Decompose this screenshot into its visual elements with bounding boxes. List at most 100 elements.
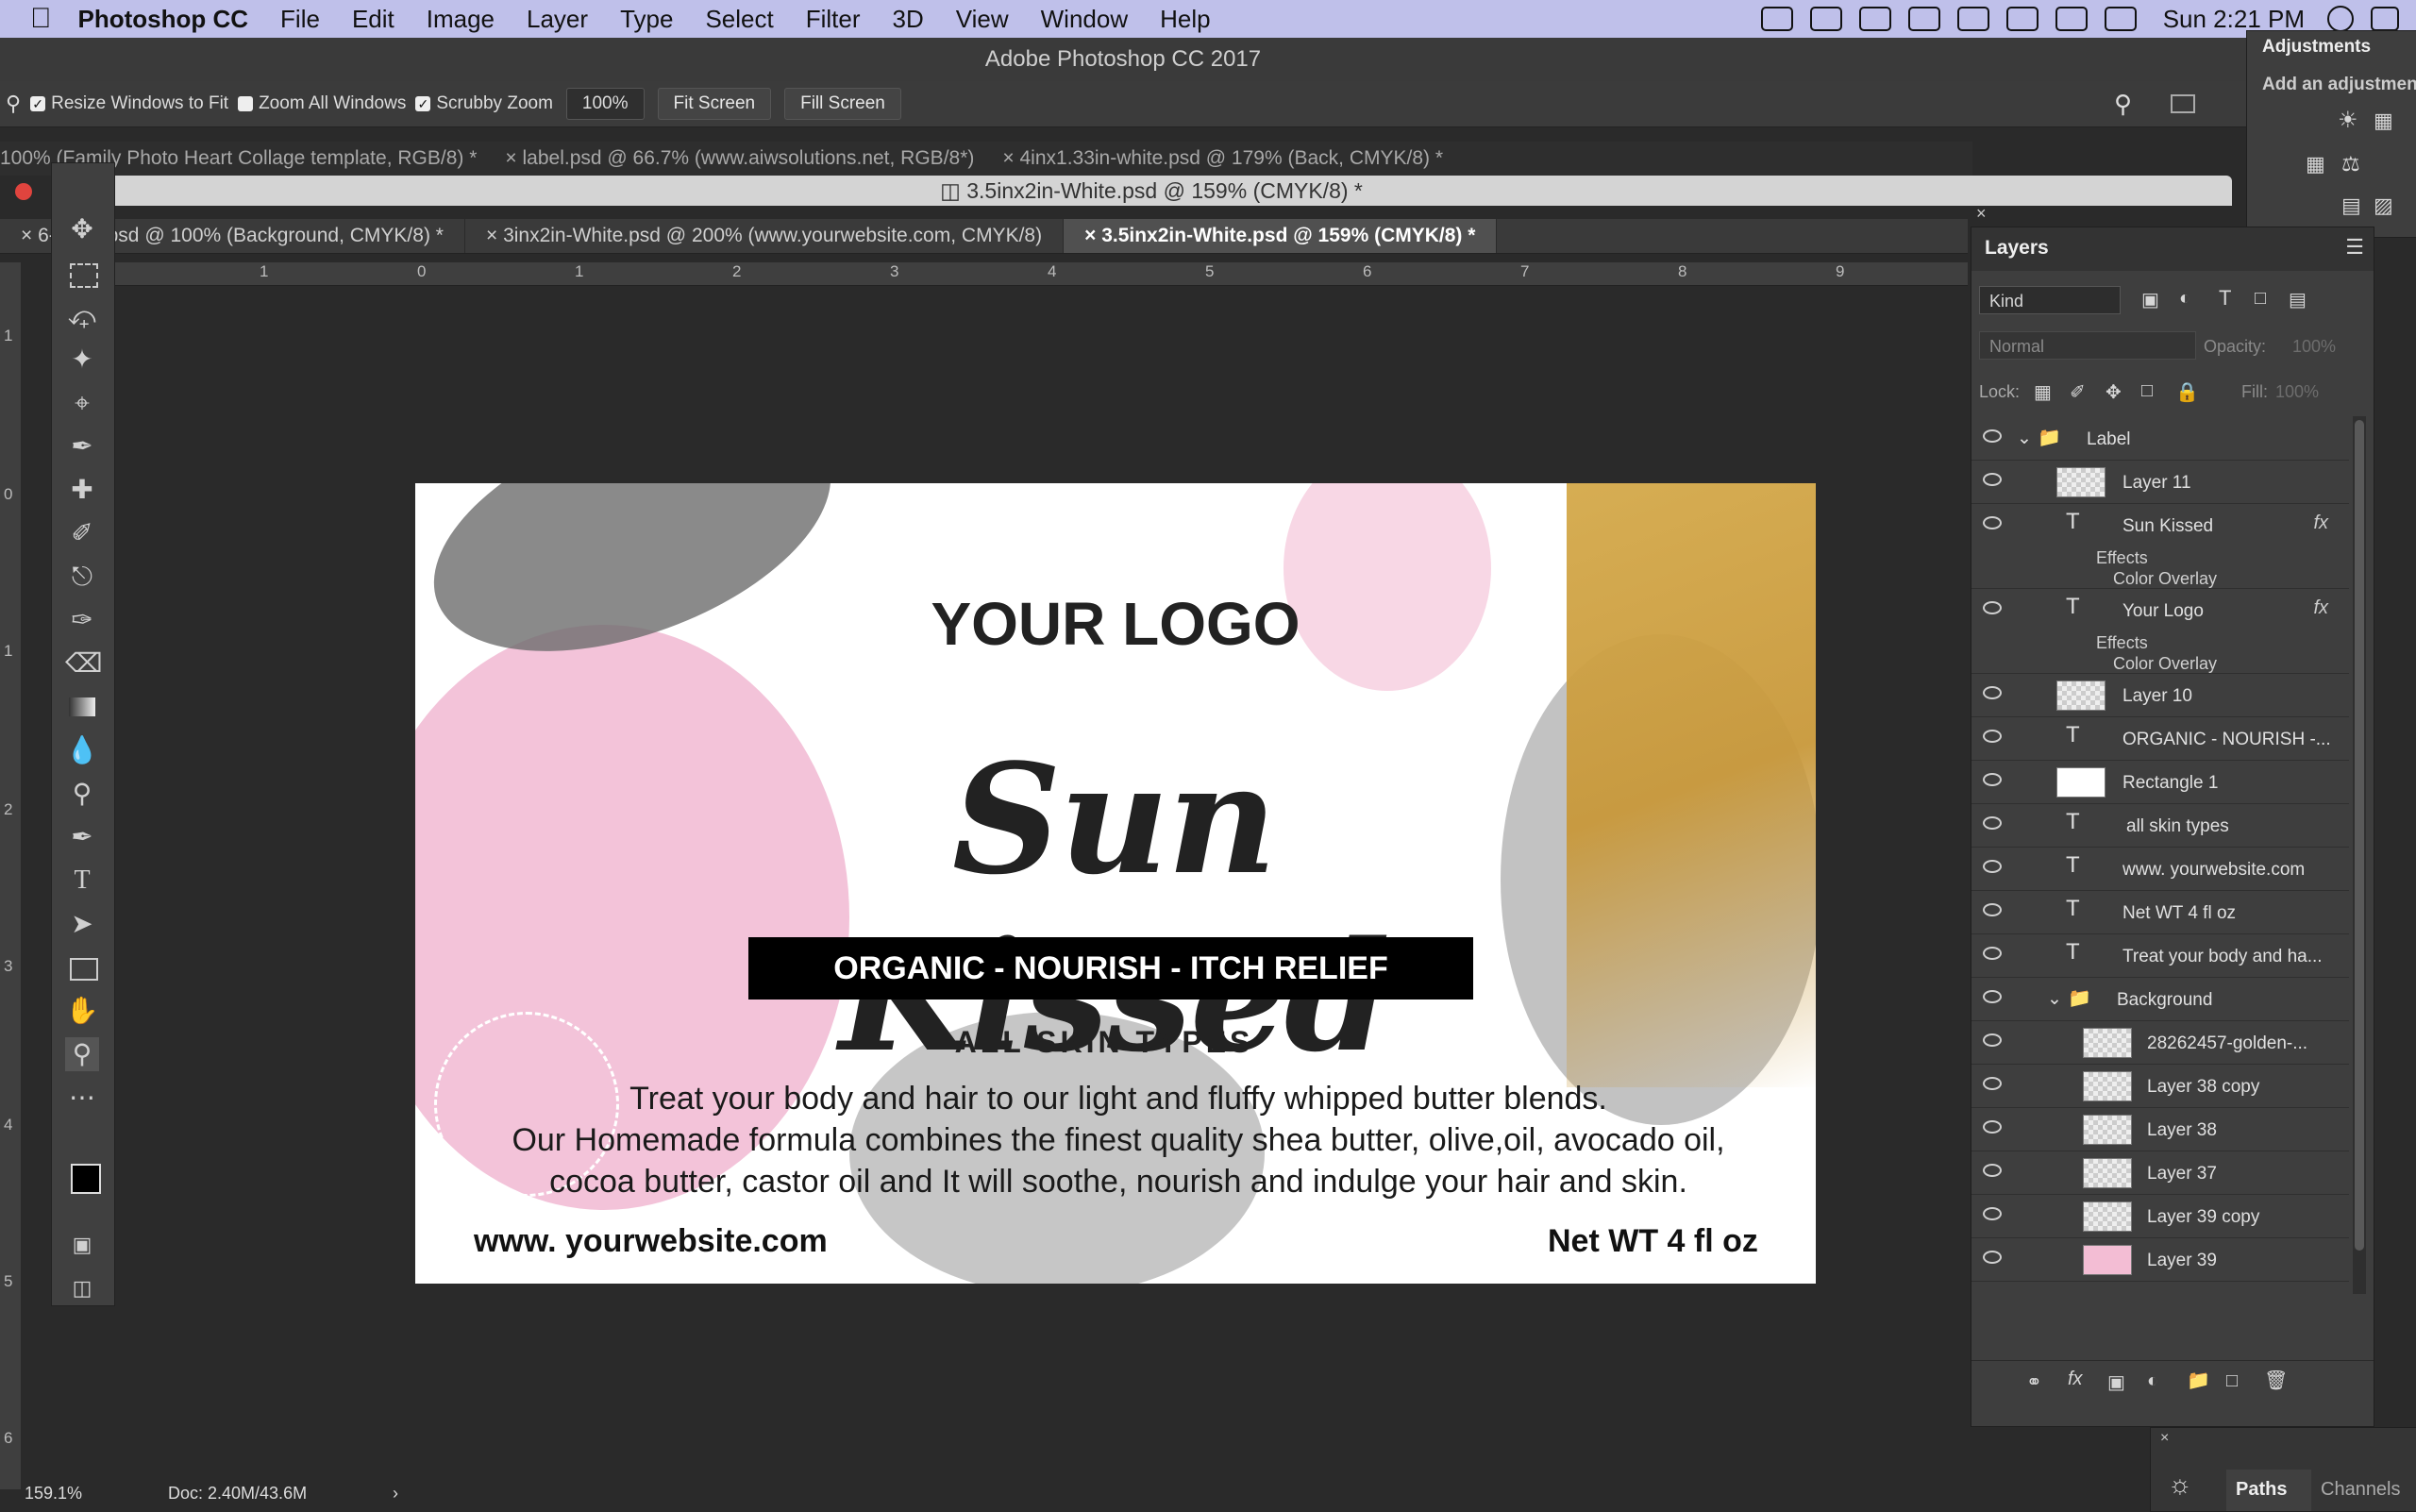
filter-shape-icon[interactable]: □ — [2255, 288, 2266, 310]
layer-row[interactable]: Layer 37 — [1971, 1151, 2349, 1195]
dropbox-icon[interactable] — [1760, 7, 1793, 31]
layer-row[interactable]: 28262457-golden-... — [1971, 1020, 2349, 1065]
marquee-tool-icon[interactable] — [70, 263, 98, 288]
visibility-eye-icon[interactable] — [1983, 1207, 2002, 1220]
quick-mask-icon[interactable]: ▣ — [65, 1228, 99, 1262]
app-menu[interactable]: Photoshop CC — [78, 5, 249, 34]
layers-tab[interactable]: Layers — [1985, 237, 2049, 260]
layer-row-group-label[interactable]: ⌄ 📁 Label — [1971, 416, 2349, 461]
zoom-value-field[interactable]: 100% — [565, 88, 645, 120]
fit-screen-button[interactable]: Fit Screen — [657, 88, 772, 120]
lock-position-icon[interactable]: ✥ — [2106, 380, 2122, 404]
layer-row[interactable]: T all skin types — [1971, 803, 2349, 848]
crop-tool-icon[interactable]: ⌖ — [65, 386, 99, 420]
workspace-icon[interactable] — [2171, 94, 2195, 113]
filter-kind-select[interactable]: Kind — [1979, 286, 2121, 314]
levels-icon[interactable]: ▦ — [2374, 109, 2393, 133]
spotlight-icon[interactable] — [2327, 6, 2354, 32]
doc-tab-3-active[interactable]: × 3.5inx2in-White.psd @ 159% (CMYK/8) * — [1064, 219, 1498, 253]
zoom-all-checkbox[interactable] — [238, 96, 254, 111]
close-icon[interactable]: × — [1002, 147, 1019, 169]
menu-help[interactable]: Help — [1160, 5, 1210, 34]
battery-icon[interactable] — [2055, 7, 2088, 31]
status-zoom[interactable]: 159.1% — [25, 1484, 82, 1504]
menu-select[interactable]: Select — [705, 5, 773, 34]
type-tool-icon[interactable]: T — [65, 864, 99, 898]
visibility-eye-icon[interactable] — [1983, 947, 2002, 960]
bluetooth-icon[interactable] — [1956, 7, 1989, 31]
visibility-eye-icon[interactable] — [1983, 773, 2002, 786]
wd-icon[interactable] — [1907, 7, 1940, 31]
close-icon[interactable]: × — [2160, 1430, 2169, 1447]
lock-all-icon[interactable]: 🔒 — [2175, 380, 2199, 404]
layer-row[interactable]: Layer 38 — [1971, 1107, 2349, 1151]
opacity-value[interactable]: 100% — [2292, 337, 2336, 357]
adjustment-layer-icon[interactable]: ◐ — [2147, 1370, 2158, 1392]
close-icon[interactable]: × — [1976, 204, 1987, 224]
layer-row-group-background[interactable]: ⌄ 📁 Background — [1971, 977, 2349, 1021]
hand-tool-icon[interactable]: ✋ — [65, 994, 99, 1028]
back-tab-3[interactable]: × 4inx1.33in-white.psd @ 179% (Back, CMY… — [1002, 147, 1443, 170]
menu-image[interactable]: Image — [427, 5, 495, 34]
delete-layer-icon[interactable]: 🗑 — [2264, 1369, 2288, 1392]
hue-saturation-icon[interactable]: ▦ — [2306, 152, 2325, 176]
panel-menu-icon[interactable]: ☰ — [2345, 235, 2364, 260]
foreground-color-swatch[interactable] — [71, 1164, 101, 1194]
visibility-eye-icon[interactable] — [1983, 816, 2002, 830]
new-group-icon[interactable]: 📁 — [2187, 1369, 2210, 1392]
layer-row[interactable]: T Your Logo fx Effects Color Overlay — [1971, 588, 2349, 674]
status-arrow-icon[interactable]: › — [393, 1484, 398, 1504]
close-icon[interactable]: × — [486, 225, 503, 246]
close-icon[interactable]: × — [1084, 225, 1101, 246]
fx-icon[interactable]: fx — [2313, 597, 2328, 619]
new-layer-icon[interactable]: □ — [2226, 1370, 2238, 1392]
pen-tool-icon[interactable]: ✒ — [65, 820, 99, 854]
menu-window[interactable]: Window — [1041, 5, 1128, 34]
visibility-eye-icon[interactable] — [1983, 903, 2002, 916]
move-tool-icon[interactable]: ✥ — [65, 212, 99, 246]
visibility-eye-icon[interactable] — [1983, 601, 2002, 614]
menu-edit[interactable]: Edit — [352, 5, 394, 34]
gradient-tool-icon[interactable] — [69, 697, 95, 716]
window-close-button[interactable] — [15, 183, 32, 200]
layer-row[interactable]: T Sun Kissed fx Effects Color Overlay — [1971, 503, 2349, 589]
gradient-map-icon[interactable]: ▨ — [2374, 193, 2393, 218]
visibility-eye-icon[interactable] — [1983, 429, 2002, 443]
visibility-eye-icon[interactable] — [1983, 686, 2002, 699]
menu-file[interactable]: File — [280, 5, 320, 34]
fx-icon[interactable]: fx — [2313, 512, 2328, 534]
lock-transparent-icon[interactable]: ▦ — [2034, 380, 2052, 404]
brush-tool-icon[interactable]: ✐ — [65, 516, 99, 550]
visibility-eye-icon[interactable] — [1983, 516, 2002, 529]
scrubby-zoom-checkbox[interactable]: ✓ — [415, 96, 431, 111]
visibility-eye-icon[interactable] — [1983, 1033, 2002, 1047]
filter-adjustment-icon[interactable]: ◐ — [2179, 288, 2190, 310]
menu-view[interactable]: View — [956, 5, 1009, 34]
menu-3d[interactable]: 3D — [892, 5, 923, 34]
color-balance-icon[interactable]: ⚖ — [2341, 152, 2360, 176]
more-tools-icon[interactable]: ⋯ — [65, 1081, 99, 1115]
link-layers-icon[interactable]: ⚭ — [2026, 1370, 2042, 1394]
stamp-tool-icon[interactable]: ⎋ — [65, 560, 99, 594]
layer-row[interactable]: Layer 39 — [1971, 1237, 2349, 1282]
layer-row[interactable]: Layer 11 — [1971, 460, 2349, 504]
brightness-icon[interactable]: ☀ — [2338, 107, 2358, 134]
healing-brush-icon[interactable]: ✚ — [65, 473, 99, 507]
layer-row[interactable]: Layer 10 — [1971, 673, 2349, 717]
visibility-eye-icon[interactable] — [1983, 1164, 2002, 1177]
magic-wand-icon[interactable]: ✦ — [65, 343, 99, 377]
document-canvas[interactable]: YOUR LOGO Sun Kissed ORGANIC - NOURISH -… — [415, 483, 1816, 1284]
menubar-clock[interactable]: Sun 2:21 PM — [2163, 5, 2305, 34]
visibility-eye-icon[interactable] — [1983, 730, 2002, 743]
filter-type-icon[interactable]: T — [2219, 286, 2231, 311]
paths-tab[interactable]: Paths — [2236, 1479, 2287, 1501]
photo-filter-icon[interactable]: ▤ — [2341, 193, 2361, 218]
visibility-eye-icon[interactable] — [1983, 1120, 2002, 1134]
blend-mode-select[interactable]: Normal — [1979, 331, 2196, 360]
fill-screen-button[interactable]: Fill Screen — [784, 88, 901, 120]
eyedropper-icon[interactable]: ✒ — [65, 429, 99, 463]
filter-pixel-icon[interactable]: ▣ — [2141, 288, 2159, 311]
visibility-eye-icon[interactable] — [1983, 1251, 2002, 1264]
fill-value[interactable]: 100% — [2275, 382, 2319, 402]
lasso-tool-icon[interactable]: ⤽ — [65, 299, 99, 333]
